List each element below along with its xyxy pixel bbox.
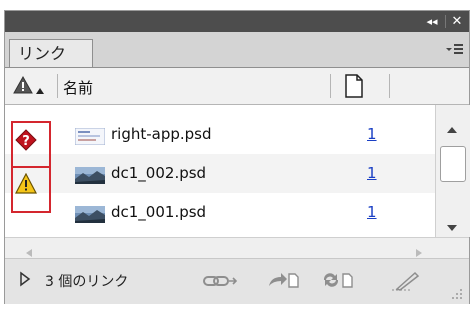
- document-thumb-icon: [74, 127, 106, 146]
- panel-menu-icon[interactable]: [445, 42, 463, 60]
- column-header: 名前: [5, 68, 469, 105]
- landscape-thumb-icon: [75, 206, 105, 223]
- header-separator: [57, 74, 58, 98]
- landscape-thumb-icon: [75, 167, 105, 184]
- tab-links-label: リンク: [18, 44, 67, 63]
- sort-arrow-icon[interactable]: [35, 80, 45, 99]
- links-panel: ◂◂ ✕ リンク 名前 right-app.psd 1 dc1_002.psd …: [4, 10, 470, 304]
- horizontal-scrollbar[interactable]: [5, 237, 469, 258]
- relink-icon[interactable]: [203, 273, 238, 292]
- resize-grip-icon[interactable]: [451, 285, 463, 304]
- page-icon[interactable]: [345, 74, 363, 102]
- header-separator: [389, 74, 390, 98]
- scroll-down-icon[interactable]: [446, 217, 458, 236]
- list-item[interactable]: dc1_001.psd 1: [5, 193, 435, 232]
- link-count-text: 3 個のリンク: [45, 274, 129, 290]
- panel-titlebar: ◂◂ ✕: [5, 11, 469, 32]
- list-item[interactable]: right-app.psd 1: [5, 115, 435, 154]
- tab-links[interactable]: リンク: [9, 39, 93, 67]
- titlebar-divider: [445, 15, 446, 28]
- list-item[interactable]: dc1_002.psd 1: [5, 154, 435, 193]
- scroll-thumb[interactable]: [440, 146, 466, 182]
- tab-row: リンク: [5, 32, 469, 68]
- scroll-up-icon[interactable]: [446, 119, 458, 138]
- warning-column-icon[interactable]: [13, 75, 33, 98]
- close-icon[interactable]: ✕: [447, 11, 467, 32]
- update-link-icon[interactable]: [321, 271, 355, 293]
- link-page-number[interactable]: 1: [367, 125, 377, 143]
- link-name: dc1_002.psd: [111, 164, 207, 182]
- link-page-number[interactable]: 1: [367, 164, 377, 182]
- edit-original-icon[interactable]: [391, 271, 421, 295]
- highlight-box-divider: [11, 166, 51, 168]
- collapse-icon[interactable]: ◂◂: [421, 11, 443, 32]
- vertical-scrollbar[interactable]: [435, 105, 470, 237]
- goto-link-icon[interactable]: [267, 271, 299, 293]
- header-separator: [330, 74, 331, 98]
- links-list: right-app.psd 1 dc1_002.psd 1 dc1_001.ps…: [5, 105, 435, 237]
- column-name-header[interactable]: 名前: [63, 77, 93, 98]
- link-name: dc1_001.psd: [111, 203, 207, 221]
- link-name: right-app.psd: [111, 125, 212, 143]
- expand-triangle-icon[interactable]: [19, 271, 31, 291]
- panel-bottom-bar: 3 個のリンク: [5, 258, 469, 304]
- link-page-number[interactable]: 1: [367, 203, 377, 221]
